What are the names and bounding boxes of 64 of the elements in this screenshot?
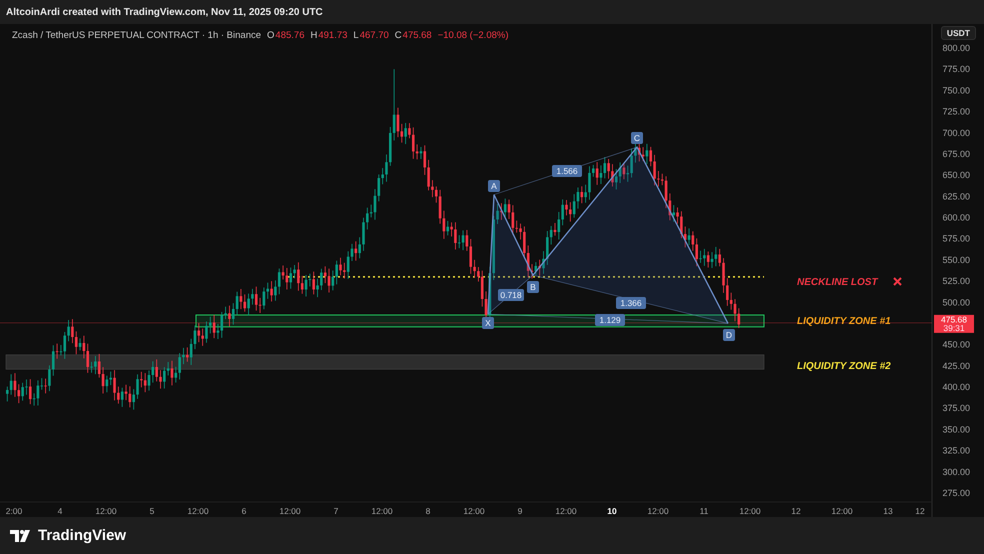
symbol-title: Zcash / TetherUS PERPETUAL CONTRACT · 1h · Binance — [12, 30, 262, 41]
price-label: 600.00 — [942, 212, 970, 223]
ohlc-value: L467.70 — [353, 30, 389, 41]
credit-text: AltcoinArdi created with TradingView.com, Nov 11, 2025 09:20 UTC — [6, 6, 323, 18]
time-label: 12:00 — [95, 506, 117, 516]
price-label: 725.00 — [942, 106, 970, 117]
price-label: 700.00 — [942, 128, 970, 138]
price-label: 750.00 — [942, 85, 970, 96]
time-label: 12:00 — [647, 506, 669, 516]
time-label: 12 — [791, 506, 801, 516]
pattern-point-label: B — [527, 281, 539, 293]
ohlc-value: C475.68 — [394, 30, 432, 41]
time-label: 8 — [426, 506, 430, 516]
ratio-label: 1.566 — [552, 165, 582, 177]
brand-name: TradingView — [38, 527, 126, 544]
ohlc-value: O485.76 — [267, 30, 304, 41]
price-label: 575.00 — [942, 234, 970, 244]
ratio-label: 1.366 — [616, 297, 646, 309]
time-label: 7 — [334, 506, 338, 516]
price-label: 500.00 — [942, 297, 970, 308]
price-label: 350.00 — [942, 424, 970, 434]
time-label: 12 — [915, 506, 925, 516]
price-label: 275.00 — [942, 488, 970, 498]
ratio-label: 0.718 — [498, 289, 524, 301]
price-label: 625.00 — [942, 191, 970, 202]
time-label: 4 — [58, 506, 62, 516]
time-label: 12:00 — [279, 506, 301, 516]
price-label: 450.00 — [942, 340, 970, 350]
price-label: 550.00 — [942, 254, 970, 265]
time-label: 12:00 — [187, 506, 209, 516]
price-label: 300.00 — [942, 466, 970, 477]
price-label: 375.00 — [942, 403, 970, 414]
price-label: 800.00 — [942, 43, 970, 53]
price-change: −10.08 (−2.08%) — [438, 30, 508, 41]
price-label: 425.00 — [942, 360, 970, 371]
price-label: 525.00 — [942, 276, 970, 286]
price-tag: 475.68 39:31 — [934, 314, 974, 333]
time-label: 10 — [607, 506, 617, 516]
pattern-point-label: D — [723, 329, 735, 341]
time-label: 9 — [518, 506, 522, 516]
pattern-point-label: A — [488, 180, 500, 192]
ratio-label: 1.129 — [595, 314, 625, 326]
price-label: 650.00 — [942, 170, 970, 180]
time-label: 6 — [242, 506, 246, 516]
price-label: 400.00 — [942, 382, 970, 392]
time-label: 11 — [700, 506, 708, 516]
time-label: 12:00 — [371, 506, 393, 516]
price-label: 675.00 — [942, 148, 970, 159]
annotation-text: LIQUIDITY ZONE #1 — [797, 316, 891, 327]
time-label: 2:00 — [6, 506, 22, 516]
time-label: 12:00 — [739, 506, 761, 516]
time-label: 12:00 — [555, 506, 577, 516]
time-label: 5 — [150, 506, 154, 516]
ohlc-value: H491.73 — [310, 30, 348, 41]
price-label: 325.00 — [942, 446, 970, 456]
annotation-text: NECKLINE LOST — [797, 277, 878, 288]
pattern-point-label: C — [631, 132, 643, 144]
pattern-point-label: X — [482, 317, 494, 329]
time-label: 12:00 — [831, 506, 853, 516]
currency-button[interactable]: USDT — [940, 26, 976, 40]
time-label: 12:00 — [463, 506, 485, 516]
annotation-text: LIQUIDITY ZONE #2 — [797, 361, 891, 372]
price-label: 775.00 — [942, 64, 970, 74]
time-label: 13 — [883, 506, 893, 516]
